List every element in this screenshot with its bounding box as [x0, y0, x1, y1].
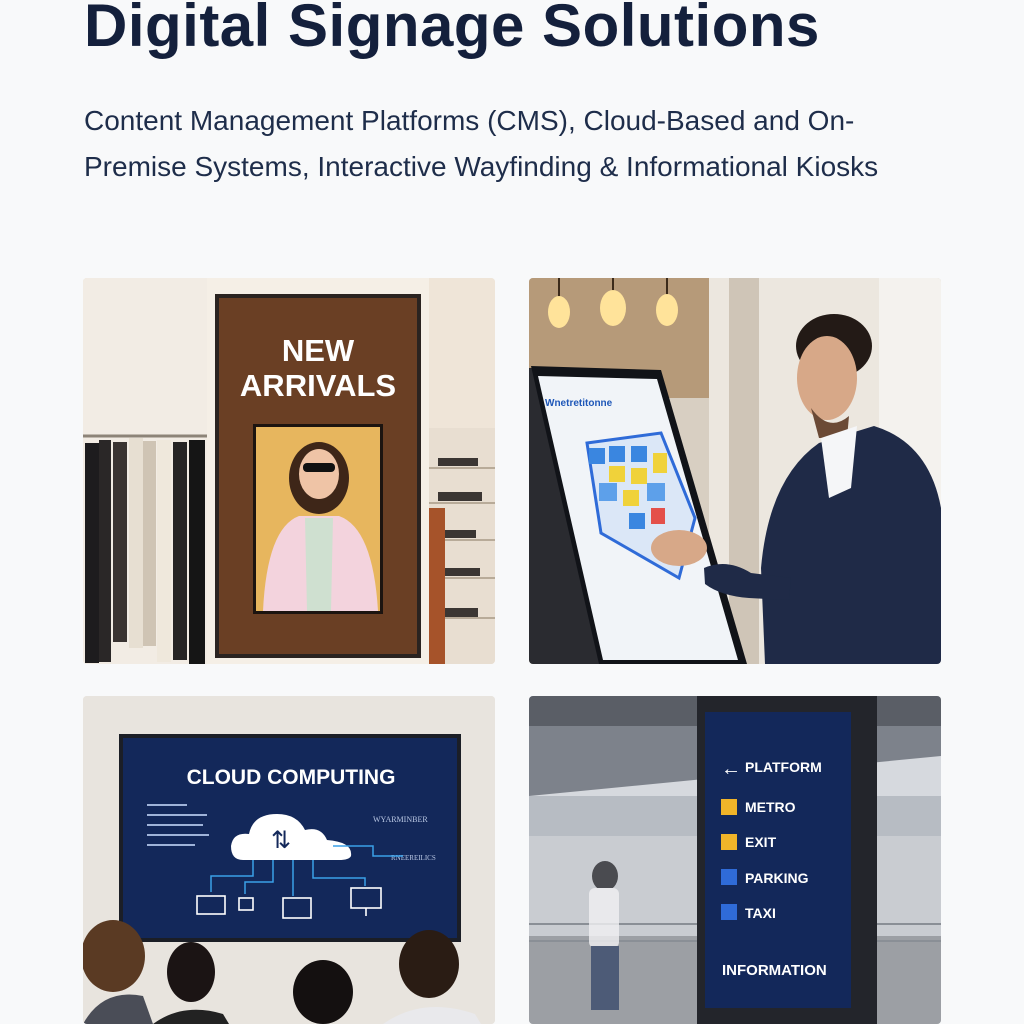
kiosk-map-title: Wnetretitonne	[545, 398, 613, 409]
sign-item-platform: PLATFORM	[745, 759, 822, 775]
screen-title: CLOUD COMPUTING	[187, 766, 396, 789]
parking-icon	[721, 869, 737, 885]
exit-icon	[721, 834, 737, 850]
retail-signage-image: NEW ARRIVALS	[83, 278, 495, 664]
screen-side-label-1: WYARMINBER	[373, 815, 428, 824]
svg-text:⇅: ⇅	[271, 827, 291, 854]
sign-item-exit: EXIT	[745, 834, 777, 850]
page-subtitle: Content Management Platforms (CMS), Clou…	[84, 105, 879, 182]
sign-headline-line2: ARRIVALS	[240, 368, 396, 403]
taxi-icon	[721, 904, 737, 920]
screen-side-label-2: RNEEREILICS	[391, 854, 436, 862]
sign-item-taxi: TAXI	[745, 905, 776, 921]
sign-item-metro: METRO	[745, 799, 796, 815]
station-wayfinding-image: ← PLATFORM METRO EXIT PARKING TAXI INFOR…	[529, 696, 941, 1024]
cloud-presentation-image: CLOUD COMPUTING WYARMINBER RNEEREILICS ⇅	[83, 696, 495, 1024]
sign-headline-line1: NEW	[282, 333, 355, 368]
sign-item-parking: PARKING	[745, 870, 809, 886]
sign-footer: INFORMATION	[722, 962, 827, 979]
page-title: Digital Signage Solutions	[84, 0, 820, 59]
clothing-rack	[85, 438, 205, 664]
kiosk-wayfinding-image: Wnetretitonne	[529, 278, 941, 664]
arrow-left-icon: ←	[721, 758, 741, 780]
metro-icon	[721, 799, 737, 815]
